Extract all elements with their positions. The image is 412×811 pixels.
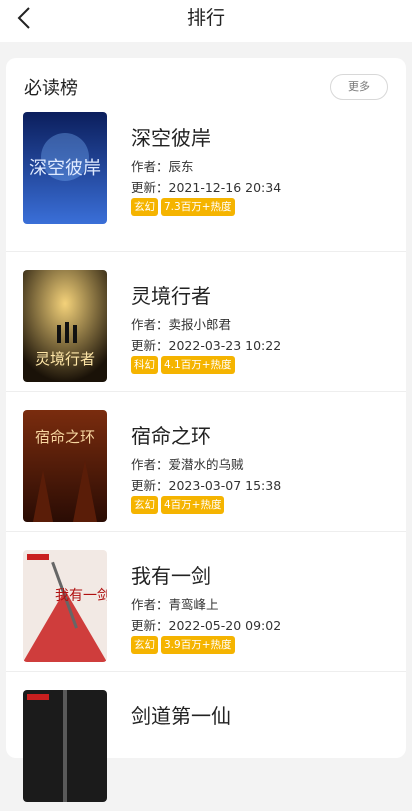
svg-text:宿命之环: 宿命之环 [35,428,95,446]
genre-badge: 玄幻 [131,496,158,514]
svg-text:我有一剑: 我有一剑 [55,588,107,604]
book-author: 作者：爱潜水的乌贼 [131,457,244,472]
svg-text:深空彼岸: 深空彼岸 [29,158,101,179]
section-title: 必读榜 [24,78,78,99]
book-updated: 更新：2022-05-20 09:02 [131,618,282,633]
book-tags: 玄幻 4百万+热度 [131,496,225,514]
book-cover: 宿命之环 [23,410,107,522]
book-cover: 灵境行者 [23,270,107,382]
book-updated: 更新：2022-03-23 10:22 [131,338,282,353]
book-tags: 玄幻 7.3百万+热度 [131,198,235,216]
book-title: 深空彼岸 [131,126,211,150]
genre-badge: 玄幻 [131,198,158,216]
book-title: 我有一剑 [131,564,211,588]
book-tags: 科幻 4.1百万+热度 [131,356,235,374]
book-item[interactable]: 宿命之环 宿命之环 作者：爱潜水的乌贼 更新：2023-03-07 15:38 … [6,392,406,532]
ranking-card: 必读榜 更多 深空彼岸 深空彼岸 作者：辰东 更新：2021-12-16 20:… [6,58,406,802]
book-item[interactable]: 深空彼岸 深空彼岸 作者：辰东 更新：2021-12-16 20:34 玄幻 7… [6,112,406,252]
book-item[interactable]: 我有一剑 我有一剑 作者：青鸾峰上 更新：2022-05-20 09:02 玄幻… [6,532,406,672]
book-updated: 更新：2023-03-07 15:38 [131,478,282,493]
book-cover: 深空彼岸 [23,112,107,224]
book-updated: 更新：2021-12-16 20:34 [131,180,282,195]
page-title: 排行 [186,7,225,29]
book-title: 灵境行者 [131,284,211,308]
book-item[interactable]: 剑道第一仙 [6,672,406,811]
genre-badge: 玄幻 [131,636,158,654]
book-item[interactable]: 灵境行者 灵境行者 作者：卖报小郎君 更新：2022-03-23 10:22 科… [6,252,406,392]
genre-badge: 科幻 [131,356,158,374]
heat-badge: 7.3百万+热度 [161,198,235,216]
svg-text:灵境行者: 灵境行者 [35,350,95,368]
book-author: 作者：青鸾峰上 [131,597,219,612]
book-author: 作者：卖报小郎君 [131,317,232,332]
heat-badge: 4.1百万+热度 [161,356,235,374]
heat-badge: 3.9百万+热度 [161,636,235,654]
book-title: 宿命之环 [131,424,211,448]
book-list: 深空彼岸 深空彼岸 作者：辰东 更新：2021-12-16 20:34 玄幻 7… [6,112,406,811]
book-cover: 我有一剑 [23,550,107,662]
top-bar: 排行 [0,0,412,42]
more-button[interactable]: 更多 [330,74,388,100]
book-author: 作者：辰东 [131,159,194,174]
heat-badge: 4百万+热度 [161,496,225,514]
book-tags: 玄幻 3.9百万+热度 [131,636,235,654]
book-title: 剑道第一仙 [131,704,231,728]
